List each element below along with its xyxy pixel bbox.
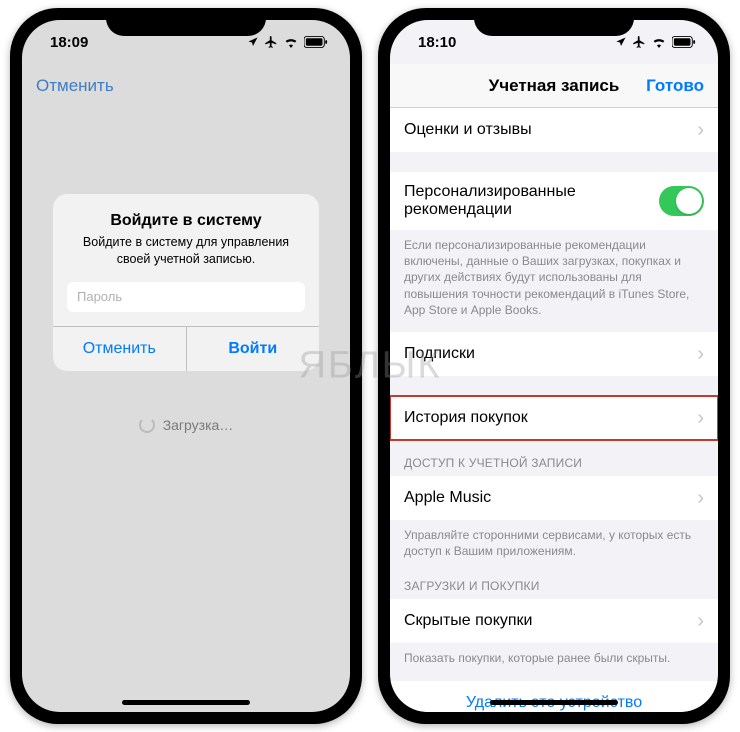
hidden-purchases-row[interactable]: Скрытые покупки › (390, 599, 718, 643)
airplane-icon (264, 35, 278, 49)
battery-icon (304, 36, 328, 48)
cell-label: Подписки (404, 345, 475, 363)
done-button[interactable]: Готово (646, 76, 704, 96)
dialog-signin-button[interactable]: Войти (187, 327, 320, 371)
cell-label: Скрытые покупки (404, 612, 532, 630)
spinner-icon (139, 417, 155, 433)
chevron-right-icon: › (697, 120, 704, 140)
wifi-icon (283, 36, 299, 48)
subscriptions-row[interactable]: Подписки › (390, 332, 718, 376)
nav-bar: Отменить (22, 64, 350, 108)
home-indicator (122, 700, 250, 705)
loading-row: Загрузка… (139, 417, 234, 433)
remove-device-button[interactable]: Удалить это устройство (390, 681, 718, 713)
hidden-footer: Показать покупки, которые ранее были скр… (390, 643, 718, 680)
chevron-right-icon: › (697, 408, 704, 428)
chevron-right-icon: › (697, 344, 704, 364)
notch (474, 8, 634, 36)
cell-label: Оценки и отзывы (404, 121, 532, 139)
wifi-icon (651, 36, 667, 48)
dialog-title: Войдите в систему (67, 212, 305, 230)
downloads-header: ЗАГРУЗКИ И ПОКУПКИ (390, 573, 718, 599)
status-time: 18:09 (50, 34, 88, 51)
status-icons (615, 35, 696, 49)
location-icon (247, 36, 259, 48)
purchase-history-row[interactable]: История покупок › (390, 396, 718, 440)
dialog-message: Войдите в систему для управления своей у… (67, 234, 305, 268)
home-indicator (490, 700, 618, 705)
account-access-header: ДОСТУП К УЧЕТНОЙ ЗАПИСИ (390, 440, 718, 476)
settings-list[interactable]: Оценки и отзывы › Персонализированные ре… (390, 108, 718, 712)
apple-music-footer: Управляйте сторонними сервисами, у котор… (390, 520, 718, 573)
status-icons (247, 35, 328, 49)
phone-right: 18:10 Учетная запись Готово Оценки и отз… (378, 8, 730, 724)
signin-dialog: Войдите в систему Войдите в систему для … (53, 194, 319, 371)
personalized-toggle[interactable] (659, 186, 704, 216)
cell-label: Apple Music (404, 489, 491, 507)
chevron-right-icon: › (697, 611, 704, 631)
battery-icon (672, 36, 696, 48)
dialog-backdrop: Войдите в систему Войдите в систему для … (22, 108, 350, 712)
apple-music-row[interactable]: Apple Music › (390, 476, 718, 520)
dialog-cancel-button[interactable]: Отменить (53, 327, 187, 371)
location-icon (615, 36, 627, 48)
notch (106, 8, 266, 36)
personalized-footer: Если персонализированные рекомендации вк… (390, 230, 718, 332)
loading-label: Загрузка… (163, 417, 234, 433)
airplane-icon (632, 35, 646, 49)
personalized-recommendations-row[interactable]: Персонализированные рекомендации (390, 172, 718, 230)
password-input[interactable] (67, 282, 305, 312)
screen-left: 18:09 Отменить Войдите в систему Войдите… (22, 20, 350, 712)
cell-label: История покупок (404, 409, 528, 427)
cell-label: Персонализированные рекомендации (404, 183, 659, 219)
screen-right: 18:10 Учетная запись Готово Оценки и отз… (390, 20, 718, 712)
nav-bar: Учетная запись Готово (390, 64, 718, 108)
chevron-right-icon: › (697, 488, 704, 508)
cancel-button[interactable]: Отменить (36, 76, 114, 96)
status-time: 18:10 (418, 34, 456, 51)
phone-left: 18:09 Отменить Войдите в систему Войдите… (10, 8, 362, 724)
ratings-reviews-row[interactable]: Оценки и отзывы › (390, 108, 718, 152)
